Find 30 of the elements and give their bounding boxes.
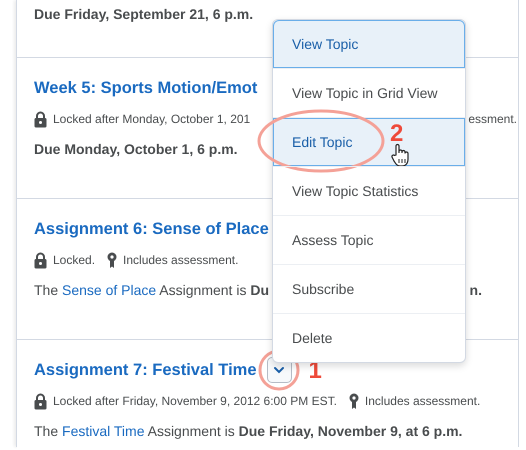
lock-icon <box>34 110 47 128</box>
due-date-text: Due Monday, October 1, 6 p.m. <box>34 140 238 158</box>
description-text: The Sense of Place Assignment is Du <box>34 282 270 298</box>
chevron-down-icon <box>273 366 286 374</box>
status-text: Includes assessment. <box>123 253 238 267</box>
menu-item[interactable]: Delete <box>273 314 465 362</box>
hand-cursor-icon <box>390 143 410 167</box>
ribbon-icon <box>107 252 118 268</box>
menu-item[interactable]: Assess Topic <box>273 216 465 264</box>
topic-title-link[interactable]: Assignment 6: Sense of Place <box>34 220 269 238</box>
menu-item[interactable]: View Topic Statistics <box>273 167 465 215</box>
assignment-link[interactable]: Sense of Place <box>62 282 156 298</box>
menu-item[interactable]: Subscribe <box>273 265 465 313</box>
lock-icon <box>34 252 47 268</box>
description-text: The Festival Time Assignment is Due Friday, November 9, at 6 p.m. <box>34 423 462 439</box>
status-text: essment. <box>468 112 517 126</box>
status-text: Locked after Friday, November 9, 2012 6:00 PM EST. <box>53 394 337 408</box>
due-date-text: Due Friday, September 21, 6 p.m. <box>34 5 254 23</box>
description-text: n. <box>470 282 482 298</box>
menu-item[interactable]: View Topic in Grid View <box>273 69 465 117</box>
status-text: Includes assessment. <box>364 394 480 408</box>
topic-title-link[interactable]: Week 5: Sports Motion/Emot <box>34 78 258 98</box>
lock-icon <box>34 392 47 410</box>
assignment-link[interactable]: Festival Time <box>62 423 144 439</box>
status-text: Locked after Monday, October 1, 201 <box>53 112 250 126</box>
status-text: Locked. <box>53 253 96 267</box>
topic-title-link[interactable]: Assignment 7: Festival Time <box>34 360 257 380</box>
menu-item[interactable]: View Topic <box>273 20 465 68</box>
step-number: 2 <box>390 122 404 146</box>
ribbon-icon <box>348 392 359 410</box>
